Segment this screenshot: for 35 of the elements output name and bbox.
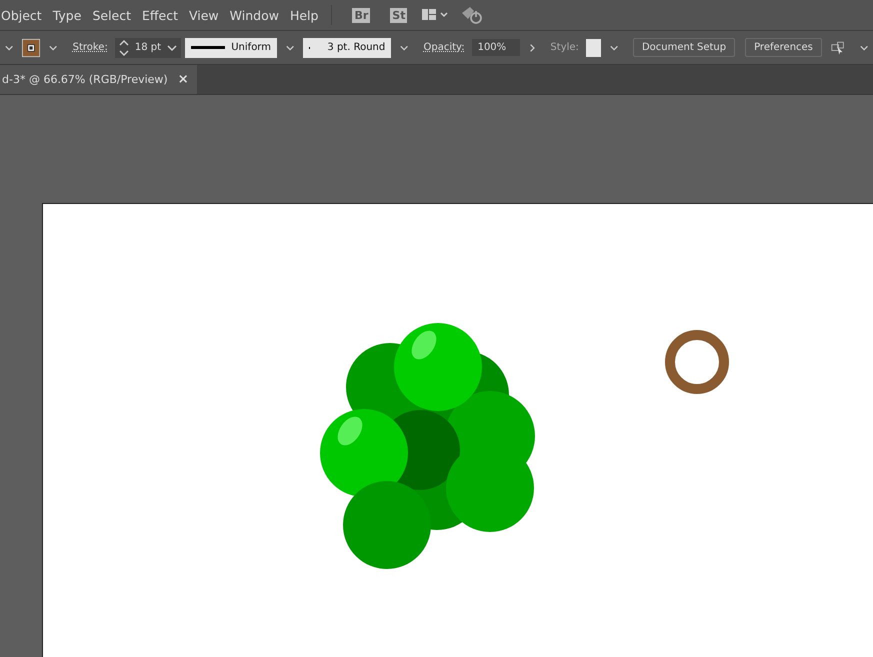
menu-item[interactable]: Type [52,8,92,22]
spinner-icon[interactable] [118,38,129,56]
app-badge[interactable]: St [390,8,408,22]
toolbar-button[interactable]: Preferences [745,38,822,57]
stroke-profile-dropdown[interactable]: Uniform [185,38,277,58]
app-badge[interactable]: Br [352,8,370,22]
toolbar-button[interactable]: Document Setup [632,38,736,57]
chevron-down-icon[interactable] [5,44,14,52]
brush-dropdown[interactable]: 3 pt. Round [303,38,392,58]
chevron-down-icon[interactable] [286,44,294,52]
menu-item[interactable]: Select [92,8,142,22]
transform-icon[interactable] [830,40,846,56]
chevron-down-icon[interactable] [400,44,408,52]
workspace-grid-icon[interactable] [422,8,450,22]
menu-item[interactable]: Object [1,8,53,22]
ring-icon [665,330,729,394]
stroke-weight-field[interactable]: 18 pt [114,38,181,58]
opacity-label: Opacity: [423,42,465,53]
chevron-down-icon[interactable] [610,44,618,52]
style-swatch[interactable] [586,38,601,56]
menu-item[interactable]: Help [290,8,330,22]
menu-item[interactable]: Window [230,8,290,22]
menu-item[interactable]: Effect [142,8,189,22]
opacity-field[interactable]: 100% [472,39,520,56]
menu-item[interactable]: View [188,8,230,22]
sync-icon[interactable] [460,5,484,25]
chevron-down-icon[interactable] [49,44,58,52]
close-button[interactable]: × [178,72,189,87]
stroke-label: Stroke: [72,42,108,53]
chevron-down-icon[interactable] [167,44,177,52]
chevron-down-icon[interactable] [860,44,868,52]
document-tab[interactable]: d-3* @ 66.67% (RGB/Preview) × [0,65,197,94]
stroke-swatch-icon[interactable] [22,36,40,58]
style-label: Style: [550,42,579,53]
chevron-right-icon[interactable] [528,42,536,52]
